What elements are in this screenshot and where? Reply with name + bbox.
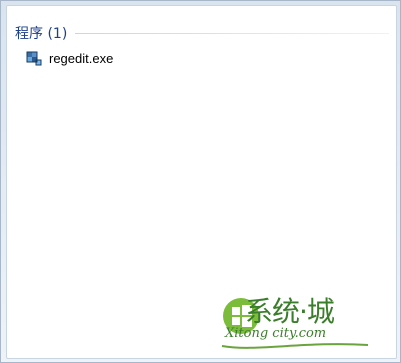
watermark-english-text: Xitong city.com [225,326,327,341]
result-item-regedit[interactable]: regedit.exe [25,48,225,68]
watermark-logo: 系统·城 Xitong city.com [215,288,375,349]
programs-group-header: 程序 (1) [15,23,389,43]
group-divider [75,32,389,34]
result-label: regedit.exe [49,50,114,66]
regedit-icon [26,51,42,66]
group-title: 程序 (1) [15,26,68,42]
watermark-swoosh [221,343,369,349]
watermark-chinese-text: 系统·城 [245,295,335,328]
start-search-window: 程序 (1) regedit.exe 系统·城 Xitong city.com [0,0,401,363]
